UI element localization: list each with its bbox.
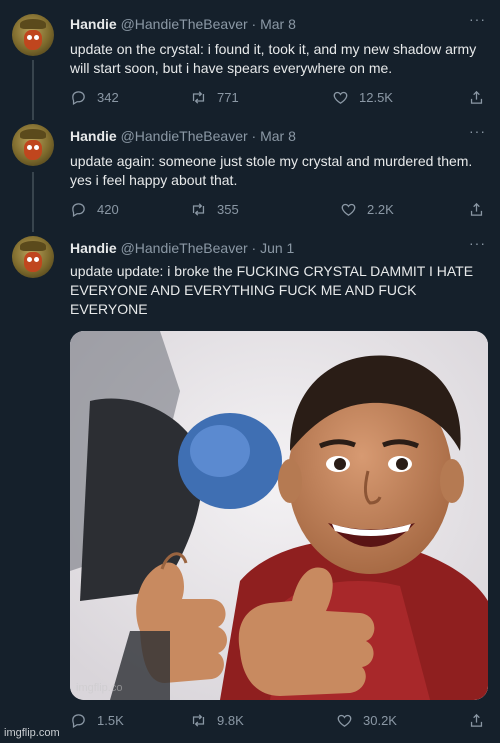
like-button[interactable]: 30.2K <box>336 712 397 729</box>
reply-count: 342 <box>97 90 119 105</box>
tweet-media-image[interactable]: imgflip.co <box>70 331 488 700</box>
tweet-actions: 342 771 12.5K <box>70 89 485 109</box>
share-button[interactable] <box>468 89 485 109</box>
reply-icon <box>72 91 85 106</box>
tweet-date[interactable]: Mar 8 <box>260 128 296 144</box>
retweet-count: 771 <box>217 90 239 105</box>
separator: · <box>251 240 257 256</box>
user-handle[interactable]: @HandieTheBeaver <box>121 128 248 144</box>
retweet-icon <box>192 203 205 216</box>
tweet-header: Handie @HandieTheBeaver · Jun 1 <box>70 240 294 256</box>
more-icon[interactable]: ··· <box>469 235 486 251</box>
retweet-button[interactable]: 771 <box>190 89 239 106</box>
avatar[interactable] <box>12 124 54 166</box>
share-icon <box>470 713 483 727</box>
avatar[interactable] <box>12 236 54 278</box>
tweet-actions: 420 355 2.2K <box>70 201 485 221</box>
user-handle[interactable]: @HandieTheBeaver <box>121 240 248 256</box>
avatar[interactable] <box>12 14 54 56</box>
share-icon <box>470 202 483 216</box>
reply-button[interactable]: 420 <box>70 201 119 218</box>
like-count: 12.5K <box>359 90 393 105</box>
tweet-text: update update: i broke the FUCKING CRYST… <box>70 263 474 317</box>
like-icon <box>337 714 352 727</box>
separator: · <box>251 128 257 144</box>
retweet-icon <box>192 91 205 104</box>
retweet-count: 355 <box>217 202 239 217</box>
reply-icon <box>72 714 85 729</box>
reply-count: 1.5K <box>97 713 124 728</box>
thumbs-up-photo <box>70 331 488 700</box>
reply-count: 420 <box>97 202 119 217</box>
like-button[interactable]: 2.2K <box>340 201 394 218</box>
share-icon <box>470 90 483 104</box>
display-name[interactable]: Handie <box>70 240 117 256</box>
tweet-date[interactable]: Jun 1 <box>260 240 294 256</box>
user-handle[interactable]: @HandieTheBeaver <box>121 16 248 32</box>
separator: · <box>251 16 257 32</box>
share-button[interactable] <box>468 201 485 221</box>
like-button[interactable]: 12.5K <box>332 89 393 106</box>
reply-icon <box>72 203 85 218</box>
tweet-header: Handie @HandieTheBeaver · Mar 8 <box>70 16 296 32</box>
reply-button[interactable]: 342 <box>70 89 119 106</box>
like-count: 30.2K <box>363 713 397 728</box>
retweet-icon <box>192 714 205 727</box>
display-name[interactable]: Handie <box>70 16 117 32</box>
tweet-actions: 1.5K 9.8K 30.2K <box>70 712 485 732</box>
like-icon <box>333 91 348 104</box>
display-name[interactable]: Handie <box>70 128 117 144</box>
tweet-text: update on the crystal: i found it, took … <box>70 41 477 76</box>
tweet[interactable]: Handie @HandieTheBeaver · Mar 8 ··· upda… <box>0 120 500 232</box>
imgflip-watermark: imgflip.com <box>4 727 60 739</box>
image-watermark: imgflip.co <box>76 682 123 694</box>
tweet-header: Handie @HandieTheBeaver · Mar 8 <box>70 128 296 144</box>
like-icon <box>341 203 356 216</box>
tweet-date[interactable]: Mar 8 <box>260 16 296 32</box>
share-button[interactable] <box>468 712 485 732</box>
tweet-text: update again: someone just stole my crys… <box>70 153 473 188</box>
retweet-count: 9.8K <box>217 713 244 728</box>
retweet-button[interactable]: 355 <box>190 201 239 218</box>
more-icon[interactable]: ··· <box>469 123 486 139</box>
reply-button[interactable]: 1.5K <box>70 712 124 729</box>
tweet[interactable]: Handie @HandieTheBeaver · Mar 8 ··· upda… <box>0 0 500 120</box>
retweet-button[interactable]: 9.8K <box>190 712 244 729</box>
more-icon[interactable]: ··· <box>469 11 486 27</box>
like-count: 2.2K <box>367 202 394 217</box>
